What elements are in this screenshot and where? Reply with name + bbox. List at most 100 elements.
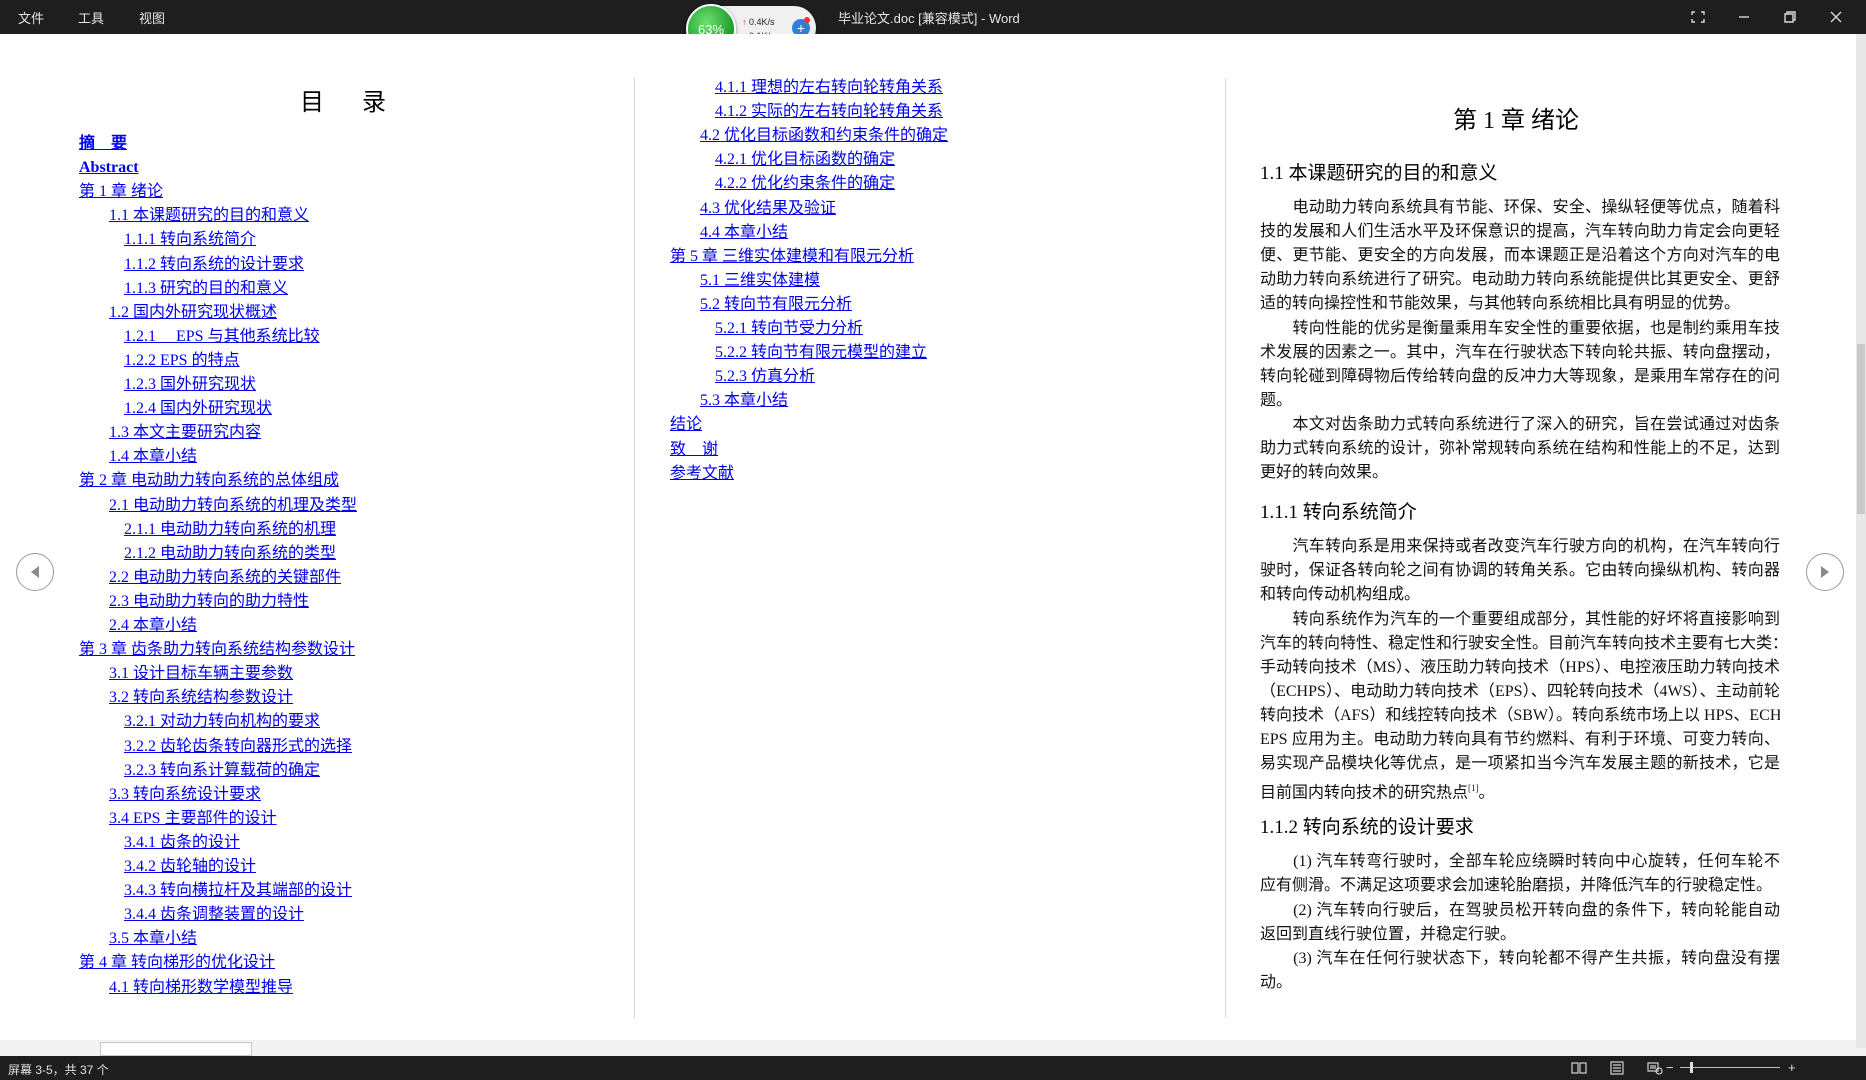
menu-view[interactable]: 视图 <box>139 8 165 27</box>
toc-entry[interactable]: 1.4 本章小结 <box>109 447 197 467</box>
toc-entry[interactable]: 3.1 设计目标车辆主要参数 <box>109 664 293 684</box>
toc-entry[interactable]: 2.2 电动助力转向系统的关键部件 <box>109 568 341 588</box>
toc-entry[interactable]: 3.2.1 对动力转向机构的要求 <box>124 712 320 732</box>
paragraph-line: 助力式转向系统的设计，弥补常规转向系统在结构和性能上的不足，达到 <box>1260 440 1780 457</box>
zoom-slider-knob[interactable] <box>1690 1062 1693 1073</box>
toc-entry[interactable]: 3.4.2 齿轮轴的设计 <box>124 857 256 877</box>
vertical-scroll-thumb[interactable] <box>1857 344 1865 514</box>
toc-entry[interactable]: 5.2.3 仿真分析 <box>715 367 815 387</box>
toc-entry[interactable]: 1.2.4 国内外研究现状 <box>124 399 272 419</box>
toc-entry[interactable]: 3.2.3 转向系计算载荷的确定 <box>124 761 320 781</box>
toc-entry[interactable]: 2.1.2 电动助力转向系统的类型 <box>124 544 336 564</box>
toc-entry[interactable]: 结论 <box>670 415 702 435</box>
toc-entry[interactable]: 参考文献 <box>670 464 734 484</box>
toc-entry[interactable]: 1.3 本文主要研究内容 <box>109 423 261 443</box>
toc-entry[interactable]: 1.1.2 转向系统的设计要求 <box>124 255 304 275</box>
paragraph-line: 技的发展和人们生活水平及环保意识的提高，汽车转向助力肯定会向更轻 <box>1260 223 1780 241</box>
toc-entry[interactable]: 3.3 转向系统设计要求 <box>109 785 261 805</box>
toc-entry[interactable]: 5.2.2 转向节有限元模型的建立 <box>715 343 927 363</box>
toc-entry[interactable]: 1.2.3 国外研究现状 <box>124 375 256 395</box>
toc-entry[interactable]: 2.4 本章小结 <box>109 616 197 636</box>
citation-reference[interactable]: [1] <box>1468 783 1479 793</box>
toc-entry[interactable]: 2.3 电动助力转向的助力特性 <box>109 592 309 612</box>
paragraph-line: (3) 汽车在任何行驶状态下，转向轮都不得产生共振，转向盘没有摆 <box>1260 949 1780 967</box>
title-bar: 文件 工具 视图 毕业论文.doc [兼容模式] - Word <box>0 0 1866 34</box>
toc-entry[interactable]: 1.2.2 EPS 的特点 <box>124 351 240 371</box>
toc-entry[interactable]: 4.1.2 实际的左右转向轮转角关系 <box>715 102 943 122</box>
menu-file[interactable]: 文件 <box>18 8 44 27</box>
toc-entry[interactable]: 4.2.1 优化目标函数的确定 <box>715 150 895 170</box>
web-layout-icon <box>1647 1062 1663 1075</box>
vertical-scrollbar[interactable] <box>1856 34 1866 1048</box>
toc-entry[interactable]: 第 3 章 齿条助力转向系统结构参数设计 <box>79 640 355 660</box>
menu-tools[interactable]: 工具 <box>78 8 104 27</box>
paragraph-line: 手动转向技术（MS）、液压助力转向技术（HPS）、电控液压助力转向技术 <box>1260 658 1780 676</box>
restore-icon <box>1784 11 1796 23</box>
paragraph-line: 适的转向操控性和节能效果，与其他转向系统相比具有明显的优势。 <box>1260 295 1741 313</box>
toc-entry[interactable]: 4.4 本章小结 <box>700 223 788 243</box>
toc-entry[interactable]: 1.1.3 研究的目的和意义 <box>124 279 288 299</box>
toc-entry[interactable]: 5.1 三维实体建模 <box>700 271 820 291</box>
minimize-button[interactable] <box>1730 4 1758 30</box>
fit-window-button[interactable] <box>1684 4 1712 30</box>
toc-entry[interactable]: 5.2 转向节有限元分析 <box>700 295 852 315</box>
paragraph-line: (1) 汽车转弯行驶时，全部车轮应绕瞬时转向中心旋转，任何车轮不 <box>1260 853 1780 871</box>
toc-entry[interactable]: 第 4 章 转向梯形的优化设计 <box>79 953 275 973</box>
zoom-in-button[interactable]: + <box>1788 1060 1796 1075</box>
toc-entry[interactable]: 3.2.2 齿轮齿条转向器形式的选择 <box>124 737 352 757</box>
toc-entry[interactable]: 第 2 章 电动助力转向系统的总体组成 <box>79 471 339 491</box>
toc-entry[interactable]: 1.1.1 转向系统简介 <box>124 230 256 250</box>
close-button[interactable] <box>1822 4 1850 30</box>
toc-entry[interactable]: 3.4.4 齿条调整装置的设计 <box>124 905 304 925</box>
upload-speed-value: 0.4K/s <box>749 17 775 27</box>
zoom-out-button[interactable]: − <box>1666 1060 1674 1075</box>
toc-entry[interactable]: 第 5 章 三维实体建模和有限元分析 <box>670 247 914 267</box>
toc-entry[interactable]: 4.1 转向梯形数学模型推导 <box>109 978 293 998</box>
page-divider <box>634 78 635 1018</box>
paragraph-line: 转向轮碰到障碍物后传给转向盘的反冲力大等现象，是乘用车常存在的问 <box>1260 367 1780 385</box>
toc-entry[interactable]: 1.2.1 EPS 与其他系统比较 <box>124 327 320 347</box>
paragraph-line: 本文对齿条助力式转向系统进行了深入的研究，旨在尝试通过对齿条 <box>1260 415 1781 433</box>
restore-button[interactable] <box>1776 4 1804 30</box>
toc-entry[interactable]: 2.1 电动助力转向系统的机理及类型 <box>109 496 357 516</box>
paragraph-line: 转向性能的优劣是衡量乘用车安全性的重要依据，也是制约乘用车技 <box>1260 319 1781 337</box>
toc-entry[interactable]: 4.2.2 优化约束条件的确定 <box>715 174 895 194</box>
toc-entry[interactable]: 第 1 章 绪论 <box>79 182 163 202</box>
toc-entry[interactable]: 摘 要 <box>79 134 127 154</box>
toc-entry[interactable]: 3.2 转向系统结构参数设计 <box>109 688 293 708</box>
previous-page-button[interactable] <box>16 553 54 591</box>
paragraph-line: 动助力转向系统进行了研究。电动助力转向系统能提供比其更安全、更舒 <box>1260 271 1780 289</box>
toc-entry[interactable]: 3.4.3 转向横拉杆及其端部的设计 <box>124 881 352 901</box>
paragraph-line: 和转向传动机构组成。 <box>1260 586 1421 604</box>
chevron-right-icon <box>1821 566 1829 578</box>
section-heading: 1.1.1 转向系统简介 <box>1260 502 1417 524</box>
notification-dot <box>804 17 810 23</box>
toc-entry[interactable]: 4.2 优化目标函数和约束条件的确定 <box>700 126 948 146</box>
web-layout-button[interactable] <box>1646 1060 1664 1076</box>
toc-entry[interactable]: 3.5 本章小结 <box>109 929 197 949</box>
toc-entry[interactable]: 1.1 本课题研究的目的和意义 <box>109 206 309 226</box>
read-mode-button[interactable] <box>1570 1060 1588 1076</box>
next-page-button[interactable] <box>1806 553 1844 591</box>
paragraph-line: 电动助力转向系统具有节能、环保、安全、操纵轻便等优点，随着科 <box>1260 199 1781 216</box>
toc-entry[interactable]: 5.3 本章小结 <box>700 391 788 411</box>
zoom-slider[interactable] <box>1680 1067 1780 1068</box>
paragraph-line: （ECHPS）、电动助力转向技术（EPS）、四轮转向技术（4WS）、主动前轮 <box>1260 682 1780 700</box>
toc-entry[interactable]: 5.2.1 转向节受力分析 <box>715 319 863 339</box>
toc-entry[interactable]: 2.1.1 电动助力转向系统的机理 <box>124 520 336 540</box>
toc-entry[interactable]: 3.4 EPS 主要部件的设计 <box>109 809 277 829</box>
paragraph-line: 目前国内转向技术的研究热点[1]。 <box>1260 783 1495 802</box>
toc-entry[interactable]: 3.4.1 齿条的设计 <box>124 833 240 853</box>
toc-entry[interactable]: 4.1.1 理想的左右转向轮转角关系 <box>715 78 943 98</box>
toc-entry[interactable]: 1.2 国内外研究现状概述 <box>109 303 277 323</box>
toc-entry[interactable]: 致 谢 <box>670 440 718 460</box>
paragraph-line: 汽车的转向特性、稳定性和行驶安全性。目前汽车转向技术主要有七大类： <box>1260 634 1780 652</box>
document-area[interactable]: 目 录 摘 要 Abstract 第 1 章 绪论 1.1 本课题研究的目的和意义 1.… <box>0 34 1856 1048</box>
horizontal-scroll-thumb[interactable] <box>100 1042 252 1056</box>
print-layout-button[interactable] <box>1608 1060 1626 1076</box>
toc-entry[interactable]: Abstract <box>79 158 139 178</box>
toc-entry[interactable]: 4.3 优化结果及验证 <box>700 199 836 219</box>
section-heading: 1.1.2 转向系统的设计要求 <box>1260 817 1474 839</box>
horizontal-scrollbar[interactable] <box>0 1040 1856 1056</box>
toc-title: 目 录 <box>300 90 402 116</box>
